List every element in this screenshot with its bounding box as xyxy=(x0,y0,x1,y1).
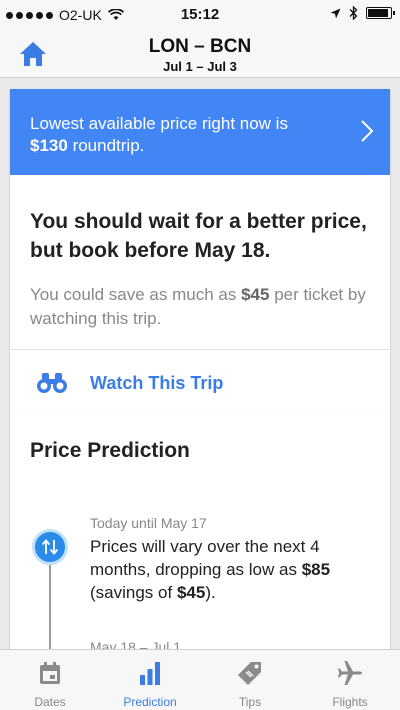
price-prediction-card: Price Prediction Today until May 17 Pric… xyxy=(10,415,390,649)
advice-title: You should wait for a better price, but … xyxy=(30,210,367,262)
banner-text-prefix: Lowest available price right now is xyxy=(30,114,288,133)
divider xyxy=(10,349,390,350)
prediction-text-prefix: Prices will vary over the next 4 months,… xyxy=(90,537,320,579)
savings-amount: $45 xyxy=(241,285,270,304)
watch-trip-button[interactable]: Watch This Trip xyxy=(10,351,390,415)
tab-label-dates: Dates xyxy=(34,695,66,709)
banner-text-suffix: roundtrip. xyxy=(72,136,145,155)
tab-flights[interactable]: Flights xyxy=(300,650,400,710)
tab-tips[interactable]: Tips xyxy=(200,650,300,710)
tab-dates[interactable]: Dates xyxy=(0,650,100,710)
tag-icon xyxy=(238,662,261,685)
route-title: LON – BCN xyxy=(148,36,252,57)
prediction-text-suffix: ). xyxy=(205,583,216,602)
lowest-price-banner[interactable]: Lowest available price right now is $130… xyxy=(10,89,390,175)
binoculars-icon xyxy=(37,373,67,393)
scroll-content[interactable]: Lowest available price right now is $130… xyxy=(0,79,400,649)
timeline-marker xyxy=(32,529,68,565)
banner-price: $130 xyxy=(30,136,68,155)
airplane-icon xyxy=(338,661,362,685)
calendar-icon xyxy=(40,662,60,684)
advice-body: You could save as much as $45 per ticket… xyxy=(30,283,370,331)
price-advice-card: Lowest available price right now is $130… xyxy=(10,89,390,415)
status-icons xyxy=(330,6,395,20)
location-arrow-icon xyxy=(330,8,341,18)
bar-chart-icon xyxy=(140,662,160,685)
nav-bar: LON – BCN Jul 1 – Jul 3 xyxy=(0,30,400,78)
prediction-date-range-2: May 18 – Jul 1 xyxy=(90,639,182,649)
prediction-text: Prices will vary over the next 4 months,… xyxy=(90,535,380,604)
up-down-arrows-icon xyxy=(41,539,59,555)
low-price: $85 xyxy=(301,560,331,579)
trip-dates: Jul 1 – Jul 3 xyxy=(163,59,237,74)
watch-trip-label: Watch This Trip xyxy=(90,373,224,393)
tab-label-prediction: Prediction xyxy=(123,695,177,709)
prediction-text-mid: (savings of xyxy=(90,583,173,602)
chevron-right-icon xyxy=(361,120,374,142)
status-bar: O2-UK 15:12 xyxy=(0,0,400,30)
advice-body-prefix: You could save as much as xyxy=(30,285,237,304)
prediction-title: Price Prediction xyxy=(30,439,190,462)
prediction-savings: $45 xyxy=(176,583,206,602)
prediction-date-range: Today until May 17 xyxy=(90,515,207,531)
tab-label-flights: Flights xyxy=(332,695,368,709)
tab-prediction[interactable]: Prediction xyxy=(100,650,200,710)
battery-icon xyxy=(366,7,395,19)
bluetooth-icon xyxy=(349,6,358,20)
tab-bar: Dates Prediction Tips Flights xyxy=(0,649,400,710)
tab-label-tips: Tips xyxy=(238,695,262,709)
